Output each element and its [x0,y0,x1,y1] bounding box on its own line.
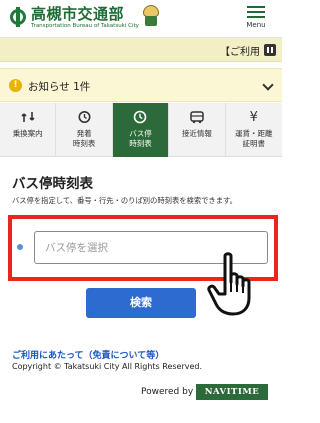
app-header: 高槻市交通部 Transportation Bureau of Takatsuk… [0,0,282,38]
notice-text: お知らせ 1件 [28,81,91,93]
announcement-ticker: 【ご利用 [0,38,282,62]
tab-route-search[interactable]: 乗換案内 [0,103,57,157]
route-icon [20,109,36,125]
tab-departure-timetable[interactable]: 発着 時刻表 [56,103,113,157]
ticker-text: 【ご利用 [220,47,260,58]
logo-subtitle: Transportation Bureau of Takatsuki City [31,23,139,29]
instructions-text: バス停を指定して、番号・行先・のりば別の時刻表を検索できます。 [12,196,237,205]
nav-tabs: 乗換案内 発着 時刻表 バス停 時刻表 接近情報 ¥ 運賃・距離 証明書 [0,103,282,157]
tab-approach-info[interactable]: 接近情報 [169,103,226,157]
menu-button[interactable]: Menu [242,4,270,36]
clock-history-icon [76,109,92,125]
yen-icon: ¥ [249,109,258,125]
hamburger-icon [247,6,265,8]
city-emblem-icon [8,7,28,27]
tab-fare-certificate[interactable]: ¥ 運賃・距離 証明書 [226,103,282,157]
menu-label: Menu [246,21,266,29]
notice-bar[interactable]: ! お知らせ 1件 [0,68,282,102]
pointing-hand-icon [207,252,251,316]
bullet-dot-icon [17,244,23,250]
tab-bus-stop-timetable[interactable]: バス停 時刻表 [112,103,170,157]
tab-label: バス停 時刻表 [129,129,152,148]
tab-label: 運賃・距離 証明書 [235,129,273,148]
chevron-down-icon [262,79,274,91]
bus-icon [189,109,205,125]
copyright-text: Copyright © Takatsuki City All Rights Re… [12,362,203,371]
powered-by-label: Powered by [141,387,194,397]
mascot-icon [141,5,161,27]
info-icon: ! [9,79,22,92]
disclaimer-link[interactable]: ご利用にあたって（免責について等） [12,348,164,361]
search-button[interactable]: 検索 [86,288,196,318]
tab-label: 発着 時刻表 [72,129,96,148]
tab-label: 乗換案内 [12,129,43,138]
tab-label: 接近情報 [181,129,212,138]
clock-icon [132,109,148,125]
site-logo[interactable]: 高槻市交通部 Transportation Bureau of Takatsuk… [8,5,161,35]
pause-icon[interactable] [264,44,276,56]
navitime-logo[interactable]: NAVITIME [196,384,268,400]
page-title: バス停時刻表 [12,176,93,192]
logo-text: 高槻市交通部 Transportation Bureau of Takatsuk… [31,5,139,30]
logo-title: 高槻市交通部 [31,5,125,23]
